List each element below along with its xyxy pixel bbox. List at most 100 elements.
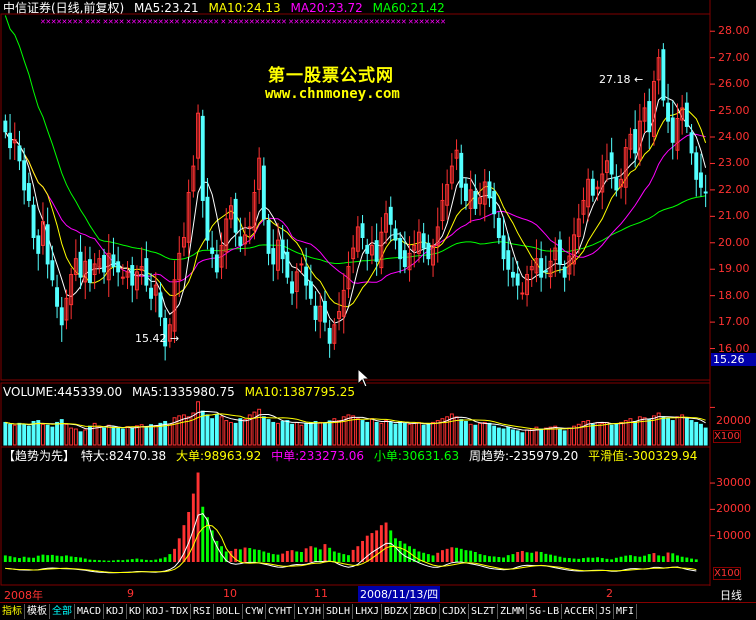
volume-bar: [614, 423, 619, 446]
period-label[interactable]: 日线: [720, 587, 742, 603]
tab-cyw[interactable]: CYW: [243, 604, 267, 619]
tab-kd[interactable]: KD: [127, 604, 145, 619]
trend-tick-label: 20000: [716, 502, 751, 516]
tab-zlmm[interactable]: ZLMM: [498, 604, 528, 619]
volume-header: VOLUME:445339.00 MA5:1335980.75 MA10:138…: [3, 385, 361, 399]
tab-lyjh[interactable]: LYJH: [295, 604, 325, 619]
candle-body: [210, 247, 215, 254]
trend-bar: [182, 525, 186, 562]
price-tick-label: 27.00: [718, 50, 750, 64]
trend-bar: [290, 550, 294, 562]
tab-slzt[interactable]: SLZT: [469, 604, 499, 619]
volume-bar: [210, 418, 215, 446]
volume-bar: [698, 423, 703, 446]
trend-special: 特大:82470.38: [80, 449, 167, 463]
candle-body: [266, 220, 271, 254]
candle-body: [130, 265, 135, 286]
tab-cyht[interactable]: CYHT: [266, 604, 296, 619]
volume-bar: [520, 432, 525, 446]
candle-body: [562, 266, 567, 278]
trend-bar: [74, 557, 78, 562]
trend-bar: [238, 549, 242, 562]
tab-mfi[interactable]: MFI: [614, 604, 638, 619]
volume-ma10-readout: MA10:1387795.25: [244, 385, 356, 399]
trend-bar: [41, 554, 45, 562]
tab-kdj-tdx[interactable]: KDJ-TDX: [144, 604, 192, 619]
candle-body: [280, 239, 285, 260]
trend-bar: [318, 549, 322, 562]
tab-sg-lb[interactable]: SG-LB: [527, 604, 563, 619]
trend-bar: [643, 555, 647, 562]
tab-cjdx[interactable]: CJDX: [440, 604, 470, 619]
trend-bar: [375, 530, 379, 562]
tab-macd[interactable]: MACD: [75, 604, 105, 619]
candle-body: [111, 254, 116, 268]
tab-accer[interactable]: ACCER: [562, 604, 598, 619]
volume-bar: [637, 416, 642, 446]
candle-body: [22, 160, 27, 191]
date-axis: 2008年 9 10 11 2008/11/13/四 1 2: [0, 586, 712, 602]
candle-body: [360, 223, 365, 238]
trend-bar: [121, 560, 125, 562]
trend-bar: [567, 558, 571, 562]
tab-item-2[interactable]: 全部: [50, 604, 75, 619]
tab-bdzx[interactable]: BDZX: [382, 604, 412, 619]
trend-bar: [323, 544, 327, 562]
ma60-readout: MA60:21.42: [372, 1, 445, 15]
volume-bar: [266, 419, 271, 446]
price-tick-label: 20.00: [718, 235, 750, 249]
candle-body: [247, 226, 252, 229]
tab-lhxj[interactable]: LHXJ: [353, 604, 383, 619]
trend-bar: [27, 557, 31, 562]
candle-body: [45, 224, 50, 265]
candle-body: [8, 132, 13, 149]
trend-bar: [534, 551, 538, 562]
volume-bar: [144, 426, 149, 446]
volume-bar: [139, 424, 144, 446]
volume-bar: [666, 418, 671, 446]
trend-bar: [657, 555, 661, 562]
volume-bar: [167, 423, 172, 446]
chart-stage[interactable]: 中信证券(日线,前复权) MA5:23.21 MA10:24.13 MA20:2…: [0, 0, 756, 620]
trend-bar: [450, 547, 454, 562]
volume-bar: [557, 428, 562, 446]
tab-sdlh[interactable]: SDLH: [324, 604, 354, 619]
volume-bar: [111, 426, 116, 446]
tab-rsi[interactable]: RSI: [191, 604, 215, 619]
trend-bar: [17, 558, 21, 562]
volume-bar: [496, 427, 501, 446]
volume-bar: [670, 420, 675, 446]
candle-body: [609, 152, 614, 175]
tab-kdj[interactable]: KDJ: [104, 604, 128, 619]
low-label: 15.42: [135, 332, 167, 345]
volume-bar: [487, 422, 492, 446]
trend-bar: [281, 553, 285, 562]
tab-boll[interactable]: BOLL: [214, 604, 244, 619]
volume-bar: [299, 424, 304, 446]
trend-bar: [351, 549, 355, 562]
volume-bar: [17, 422, 22, 446]
trend-bar: [356, 546, 360, 562]
volume-bar: [435, 420, 440, 446]
candle-body: [694, 152, 699, 180]
price-tick-label: 17.00: [718, 315, 750, 329]
volume-bar: [233, 422, 238, 446]
date-label-feb: 2: [606, 587, 613, 600]
trend-bar: [492, 556, 496, 562]
tab-item-1[interactable]: 模板: [25, 604, 50, 619]
ma60-line: [4, 15, 706, 265]
volume-ma5-readout: MA5:1335980.75: [132, 385, 235, 399]
watermark-title: 第一股票公式网: [268, 66, 394, 86]
tab-zbcd[interactable]: ZBCD: [411, 604, 441, 619]
date-label-jan: 1: [531, 587, 538, 600]
trend-bar: [126, 559, 130, 562]
trend-bar: [393, 538, 397, 562]
candle-body: [87, 259, 92, 283]
tab-js[interactable]: JS: [597, 604, 615, 619]
candle-body: [59, 307, 64, 326]
tab-item-0[interactable]: 指标: [0, 604, 25, 619]
volume-bar: [675, 416, 680, 446]
trend-bar: [680, 556, 684, 562]
trend-bar: [267, 552, 271, 562]
candle-body: [290, 281, 295, 294]
